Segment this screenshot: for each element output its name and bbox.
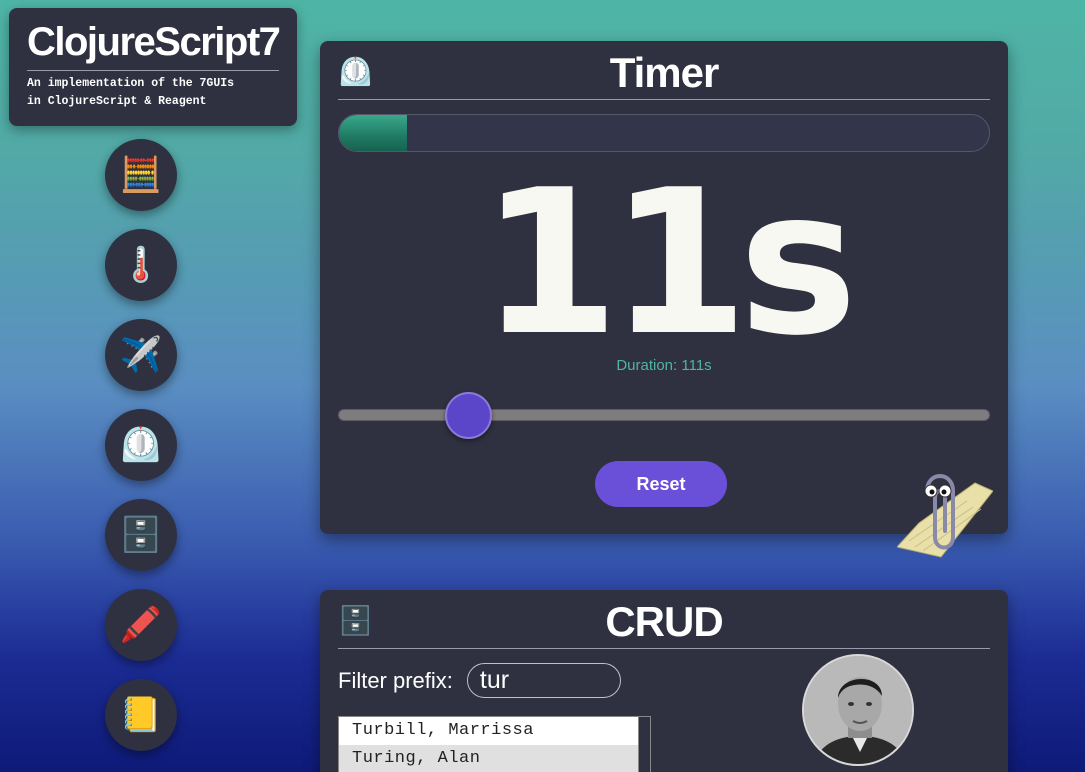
duration-slider-track[interactable] xyxy=(338,409,990,421)
portrait-image xyxy=(804,656,912,764)
listbox-scrollbar[interactable] xyxy=(638,717,650,772)
nav-cells-button[interactable]: 📒 xyxy=(105,679,177,751)
crud-header: 🗄️ CRUD xyxy=(338,590,990,649)
abacus-icon: 🧮 xyxy=(119,156,163,194)
crayon-icon: 🖍️ xyxy=(119,606,163,644)
airplane-icon: ✈️ xyxy=(119,336,163,374)
app-subtitle: An implementation of the 7GUIs in Clojur… xyxy=(27,77,235,108)
names-listbox[interactable]: Turbill, Marrissa Turing, Alan xyxy=(338,716,651,772)
filter-row: Filter prefix: xyxy=(338,663,621,698)
file-cabinet-icon: 🗄️ xyxy=(119,516,163,554)
filter-prefix-input[interactable] xyxy=(466,663,621,698)
list-item[interactable]: Turbill, Marrissa xyxy=(339,717,639,745)
nav-flight-button[interactable]: ✈️ xyxy=(105,319,177,391)
timer-panel: ⏲️ Timer 11s Duration: 111s Reset xyxy=(320,41,1008,558)
timer-header: ⏲️ Timer xyxy=(338,41,990,100)
file-cabinet-icon: 🗄️ xyxy=(338,605,373,636)
timer-title: Timer xyxy=(609,49,720,96)
nav-circle-drawer-button[interactable]: 🖍️ xyxy=(105,589,177,661)
nav-temperature-button[interactable]: 🌡️ xyxy=(105,229,177,301)
reset-button[interactable]: Reset xyxy=(595,461,727,507)
timer-icon: ⏲️ xyxy=(338,56,373,87)
crud-title: CRUD xyxy=(605,598,723,645)
timer-icon: ⏲️ xyxy=(119,426,163,464)
duration-label: Duration: 111s xyxy=(616,357,712,374)
elapsed-time-display: 11s xyxy=(480,147,857,380)
crud-panel: 🗄️ CRUD Filter prefix: Turbill, Marrissa… xyxy=(320,590,1008,772)
brand-card: ClojureScript7 An implementation of the … xyxy=(9,8,297,126)
list-item-selected[interactable]: Turing, Alan xyxy=(339,745,639,772)
nav-counter-button[interactable]: 🧮 xyxy=(105,139,177,211)
elapsed-progress-fill xyxy=(339,115,408,151)
clippy-paperclip-icon[interactable] xyxy=(897,461,993,561)
notebook-icon: 📒 xyxy=(119,696,163,734)
filter-prefix-label: Filter prefix: xyxy=(338,667,453,693)
nav-crud-button[interactable]: 🗄️ xyxy=(105,499,177,571)
duration-slider-thumb[interactable] xyxy=(444,392,492,439)
nav-timer-button[interactable]: ⏲️ xyxy=(105,409,177,481)
person-avatar xyxy=(802,654,914,766)
app-title: ClojureScript7 xyxy=(27,18,281,71)
thermometer-icon: 🌡️ xyxy=(119,246,163,284)
